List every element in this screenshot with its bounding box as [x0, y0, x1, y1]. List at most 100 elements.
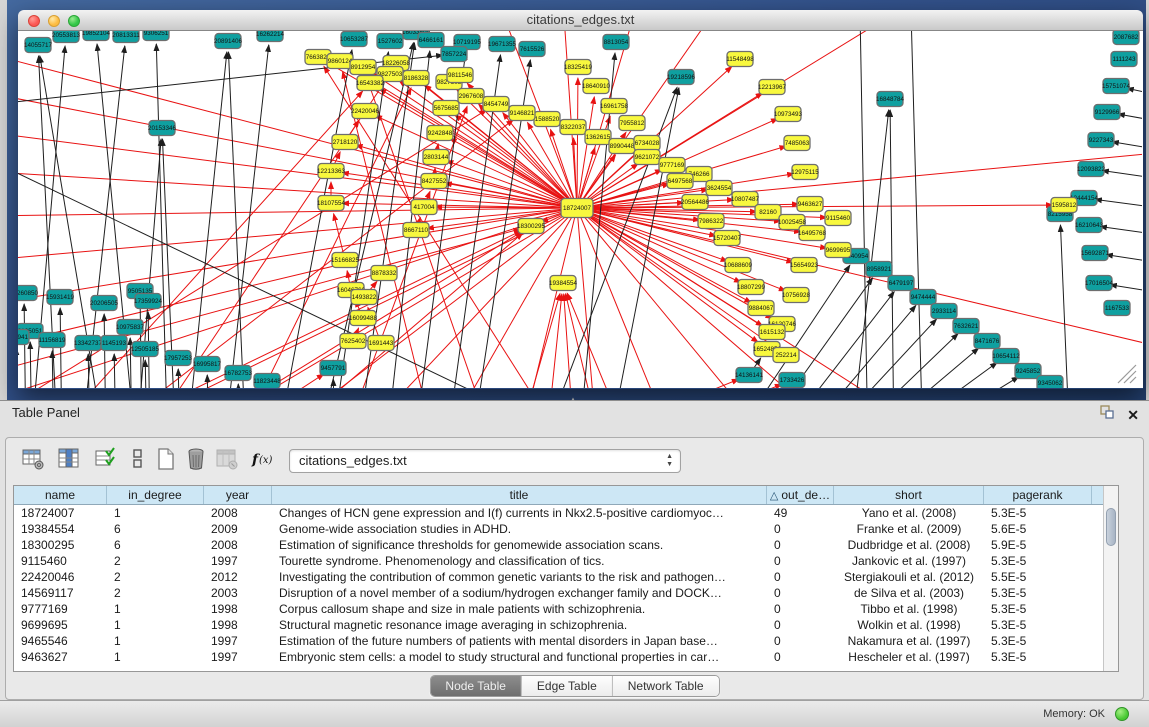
close-panel-icon[interactable]: ✕	[1127, 407, 1139, 423]
graph-node[interactable]: 1615132	[759, 325, 785, 340]
table-row[interactable]: 2242004622012Investigating the contribut…	[14, 569, 1103, 585]
graph-node[interactable]: 18807299	[737, 280, 766, 295]
graph-node[interactable]: 7632621	[953, 319, 979, 334]
graph-node[interactable]: 17359924	[134, 294, 163, 309]
graph-node[interactable]: 22420046	[351, 104, 380, 119]
graph-node[interactable]: 2933114	[931, 304, 957, 319]
network-window[interactable]: citations_edges.txt 18724007183002951938…	[18, 10, 1143, 389]
table-row[interactable]: 946362711997Embryonic stem cells: a mode…	[14, 649, 1103, 665]
table-row[interactable]: 1830029562008Estimation of significance …	[14, 537, 1103, 553]
graph-node[interactable]: 1588520	[534, 112, 560, 127]
graph-node[interactable]: 15166825	[331, 253, 360, 268]
graph-node[interactable]: 3624554	[706, 181, 732, 196]
graph-node[interactable]: 9884067	[748, 301, 774, 316]
graph-node[interactable]: 1111243	[1111, 52, 1137, 67]
graph-node[interactable]: 7986322	[698, 214, 724, 229]
graph-node[interactable]: 12505185	[131, 342, 160, 357]
column-header-pagerank[interactable]: pagerank	[984, 486, 1092, 504]
minimize-window-icon[interactable]	[48, 15, 60, 27]
graph-node[interactable]: 9457791	[320, 361, 346, 376]
graph-node[interactable]: 9463627	[797, 197, 823, 212]
graph-node[interactable]: 6497568	[667, 174, 693, 189]
graph-node[interactable]: 9777169	[659, 158, 685, 173]
combobox-stepper-icon[interactable]: ▲▼	[666, 453, 673, 469]
graph-node[interactable]: 9621072	[634, 150, 660, 165]
graph-node[interactable]: 9860124	[327, 54, 353, 69]
graph-node[interactable]: 15654923	[790, 258, 819, 273]
graph-node[interactable]: 7955812	[619, 116, 645, 131]
graph-node[interactable]: 6479197	[888, 276, 914, 291]
column-header-year[interactable]: year	[204, 486, 272, 504]
network-canvas-svg[interactable]: 1872400718300295193845541405571720553813…	[18, 31, 1142, 388]
graph-node[interactable]: 1362615	[585, 130, 611, 145]
graph-node[interactable]: 252214	[773, 348, 799, 363]
window-titlebar[interactable]: citations_edges.txt	[18, 10, 1143, 31]
graph-node[interactable]: 18640910	[582, 79, 611, 94]
graph-node[interactable]: 1167533	[1104, 301, 1130, 316]
graph-node[interactable]: 9345062	[1037, 376, 1063, 389]
graph-node[interactable]: 9699695	[825, 243, 851, 258]
graph-node[interactable]: 9306251	[143, 31, 169, 41]
graph-node[interactable]: 12213967	[758, 80, 787, 95]
table-vertical-scrollbar[interactable]	[1103, 486, 1118, 671]
graph-node[interactable]: 16495768	[798, 226, 827, 241]
graph-node[interactable]: 9245852	[1015, 364, 1041, 379]
graph-node[interactable]: 16961758	[600, 99, 629, 114]
function-builder-button[interactable]: f(x)	[249, 446, 281, 473]
graph-node[interactable]: 16210643	[1075, 218, 1104, 233]
panel-resize-handle[interactable]: ▴	[565, 397, 581, 403]
graph-node[interactable]: 18107554	[317, 196, 346, 211]
row-options-button[interactable]	[124, 446, 151, 473]
graph-node[interactable]: 19852104	[82, 31, 111, 41]
float-panel-icon[interactable]	[1099, 404, 1115, 425]
tab-node-table[interactable]: Node Table	[430, 676, 521, 696]
graph-node[interactable]: 10756928	[782, 288, 811, 303]
graph-node[interactable]: 9811546	[447, 68, 473, 83]
graph-node[interactable]: 20891406	[214, 34, 243, 49]
graph-node[interactable]: 1595812	[1051, 198, 1077, 213]
graph-node[interactable]: 6466161	[418, 33, 444, 48]
graph-node[interactable]: 12975115	[791, 165, 819, 180]
graph-node[interactable]: 10975837	[116, 320, 145, 335]
select-all-button[interactable]	[92, 446, 119, 473]
graph-node[interactable]: 15931419	[46, 290, 75, 305]
graph-node[interactable]: 7625402	[340, 334, 366, 349]
table-settings-button[interactable]	[19, 446, 46, 473]
graph-node[interactable]: 6734028	[634, 136, 660, 151]
graph-node[interactable]: 19384554	[549, 276, 578, 291]
graph-node[interactable]: 25260850	[18, 286, 38, 301]
scrollbar-thumb[interactable]	[1106, 508, 1116, 546]
graph-node[interactable]: 11823448	[253, 374, 281, 389]
graph-node[interactable]: 1527602	[377, 34, 403, 49]
zoom-window-icon[interactable]	[68, 15, 80, 27]
new-table-button[interactable]	[152, 446, 179, 473]
graph-node[interactable]: 16099488	[349, 311, 378, 326]
graph-node[interactable]: 9115460	[825, 211, 851, 226]
graph-node[interactable]: 9146821	[509, 106, 535, 121]
graph-node[interactable]: 15692871	[1081, 246, 1110, 261]
delete-column-button-disabled[interactable]	[213, 446, 240, 473]
graph-node[interactable]: 417004	[411, 200, 437, 215]
graph-node[interactable]: 8322037	[560, 120, 586, 135]
graph-node[interactable]: 8878332	[371, 266, 397, 281]
column-header-name[interactable]: name	[14, 486, 107, 504]
graph-node[interactable]: 5675685	[433, 101, 459, 116]
graph-node[interactable]: 18325419	[564, 60, 593, 75]
graph-node[interactable]: 2967608	[458, 89, 484, 104]
graph-node[interactable]: 2803144	[423, 150, 449, 165]
graph-node[interactable]: 12093822	[1077, 162, 1106, 177]
close-window-icon[interactable]	[28, 15, 40, 27]
graph-node[interactable]: 10653287	[340, 32, 369, 47]
graph-node[interactable]: 2087682	[1113, 31, 1139, 45]
column-header-indegree[interactable]: in_degree	[107, 486, 204, 504]
graph-node[interactable]: 20564486	[681, 195, 710, 210]
graph-node[interactable]: 20153346	[148, 121, 177, 136]
graph-node[interactable]: 15751074	[1102, 79, 1131, 94]
graph-node[interactable]: 8186328	[403, 71, 429, 86]
graph-node[interactable]: 8990448	[609, 139, 635, 154]
graph-node[interactable]: 14055717	[24, 38, 53, 53]
column-header-title[interactable]: title	[272, 486, 767, 504]
graph-node[interactable]: 17957253	[164, 351, 193, 366]
graph-node[interactable]: 2718120	[332, 135, 358, 150]
graph-node[interactable]: 8471676	[974, 334, 1000, 349]
